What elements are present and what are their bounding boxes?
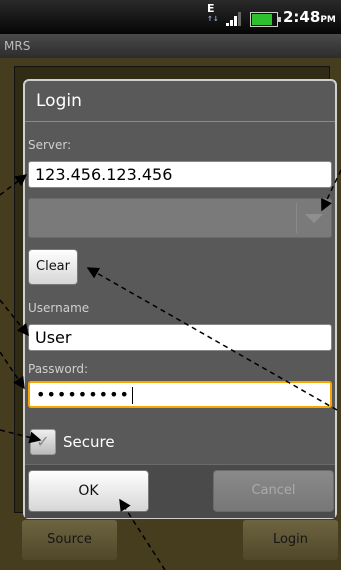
- password-input[interactable]: •••••••••: [28, 381, 332, 408]
- password-label: Password:: [28, 362, 89, 376]
- ok-button[interactable]: OK: [28, 470, 149, 512]
- server-spinner[interactable]: [28, 198, 332, 238]
- text-caret: [131, 387, 133, 404]
- app-title-bar: MRS: [0, 34, 341, 58]
- clear-button[interactable]: Clear: [28, 249, 78, 285]
- checkmark-icon: ✓: [36, 432, 50, 451]
- dropdown-arrow-icon: [305, 214, 323, 223]
- username-input[interactable]: User: [28, 324, 332, 351]
- spinner-divider: [296, 203, 297, 233]
- title-divider: [25, 121, 335, 122]
- app-title: MRS: [4, 39, 31, 53]
- login-dialog: Login Server: 123.456.123.456 Clear User…: [23, 79, 337, 519]
- secure-checkbox[interactable]: ✓: [30, 429, 56, 455]
- clock-ampm: PM: [320, 15, 336, 25]
- password-masked-text: •••••••••: [36, 385, 130, 404]
- status-bar: E ↑↓ 2:48PM: [0, 0, 341, 34]
- username-label: Username: [28, 301, 90, 315]
- clock-time: 2:48: [283, 8, 321, 26]
- dialog-title: Login: [36, 91, 82, 111]
- network-icon: E ↑↓: [207, 2, 219, 23]
- signal-icon: [226, 12, 244, 26]
- battery-icon: [250, 12, 281, 27]
- clock: 2:48PM: [283, 8, 336, 26]
- cancel-button: Cancel: [213, 470, 334, 512]
- server-input[interactable]: 123.456.123.456: [28, 161, 332, 188]
- secure-label: Secure: [63, 433, 115, 451]
- server-label: Server:: [28, 138, 72, 152]
